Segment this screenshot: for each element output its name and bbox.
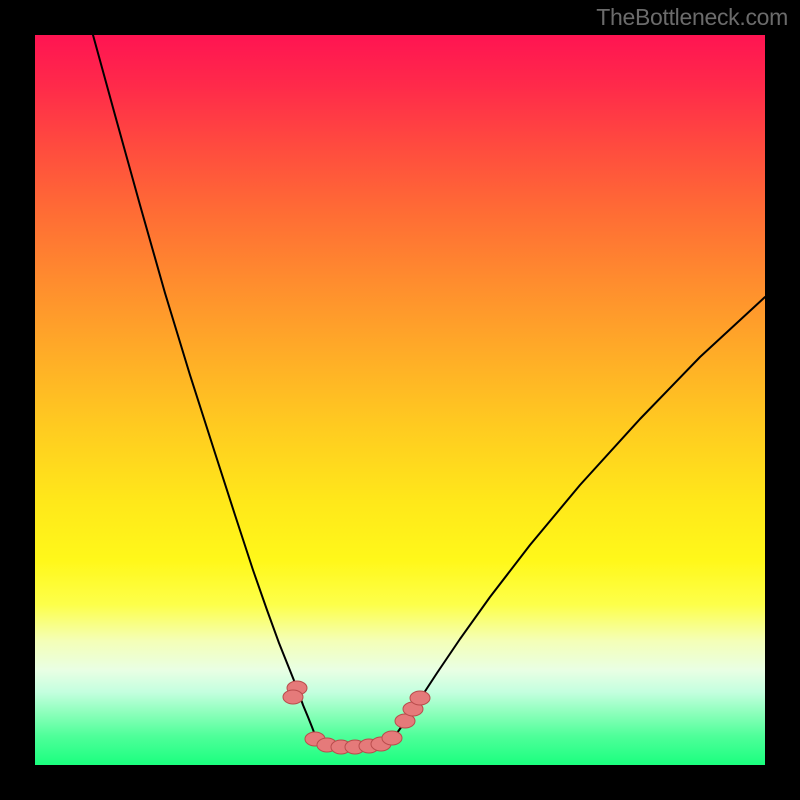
plot-area — [35, 35, 765, 765]
background-gradient — [35, 35, 765, 765]
chart-frame: TheBottleneck.com — [0, 0, 800, 800]
watermark-text: TheBottleneck.com — [596, 4, 788, 31]
